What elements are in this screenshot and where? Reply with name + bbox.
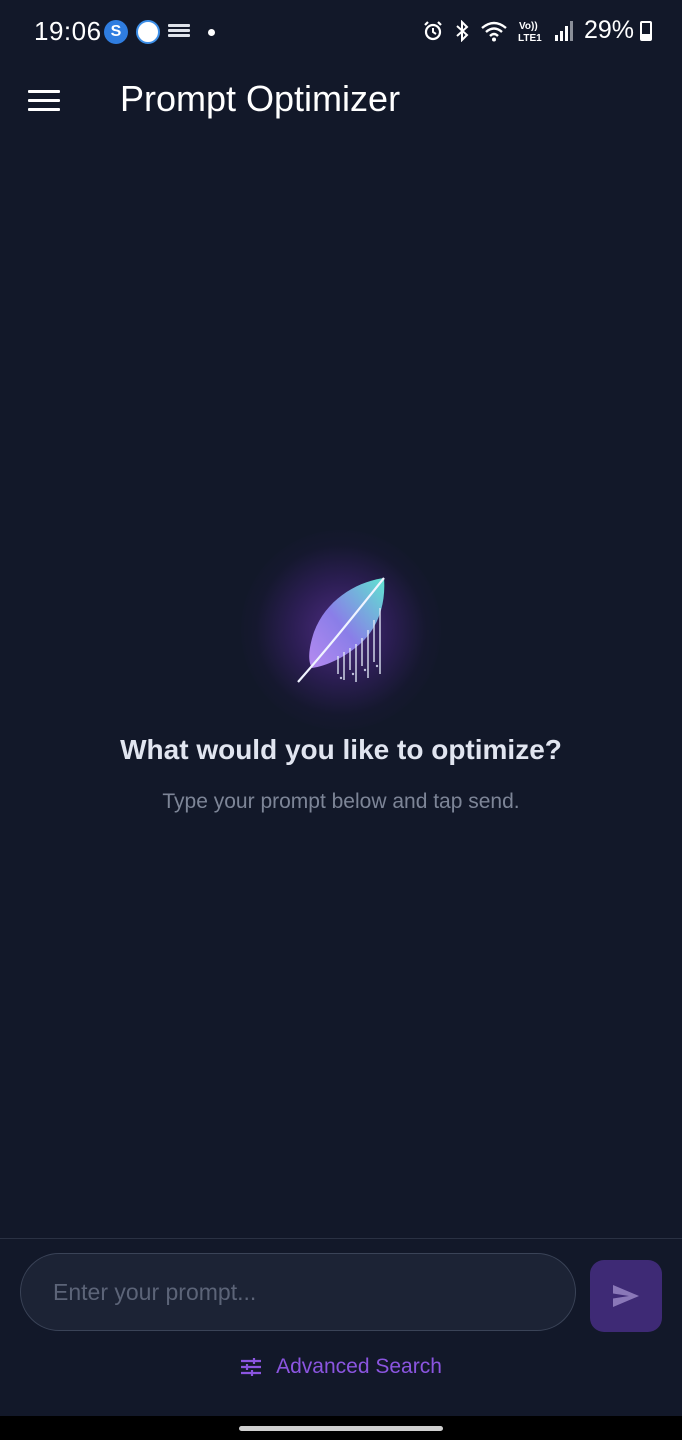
empty-state-title: What would you like to optimize? [120,734,562,765]
feather-icon [297,577,385,683]
battery-icon [640,20,652,41]
svg-text:Vo)): Vo)) [519,21,538,32]
screen: 19:06 S Vo)) LTE1 29% Prompt Optimizer W… [0,0,682,1440]
alarm-icon [424,20,442,40]
hamburger-menu-icon[interactable] [28,84,64,116]
empty-state: What would you like to optimize? Type yo… [0,530,682,814]
feather-logo-glow [241,530,441,730]
wifi-icon [481,21,507,41]
app-bar: Prompt Optimizer [0,64,682,138]
empty-state-subtitle: Type your prompt below and tap send. [162,790,520,813]
tune-sliders-icon [241,1358,262,1376]
status-right-icons: Vo)) LTE1 29% [422,16,652,45]
advanced-search-label: Advanced Search [276,1355,442,1378]
advanced-search-button[interactable]: Advanced Search [0,1355,682,1379]
more-notifications-dot-icon [208,28,215,36]
prompt-composer: Advanced Search [0,1238,682,1417]
home-gesture-handle[interactable] [239,1426,443,1431]
bluetooth-icon [456,19,469,42]
signal-icon [554,20,573,41]
news-notification-icon [168,24,190,40]
battery-percentage: 29% [583,16,634,44]
send-button[interactable] [590,1260,662,1332]
status-bar: 19:06 S Vo)) LTE1 29% [0,0,682,64]
send-icon [613,1285,639,1307]
system-nav-bar [0,1416,682,1440]
skype-notification-icon: S [104,20,128,44]
status-time: 19:06 [34,16,102,46]
app-notification-icon [136,20,160,44]
app-title: Prompt Optimizer [120,78,401,119]
prompt-input[interactable] [20,1253,576,1331]
volte-icon: Vo)) LTE1 [518,21,542,43]
svg-text:LTE1: LTE1 [518,33,542,43]
notification-icons: S [104,20,215,44]
